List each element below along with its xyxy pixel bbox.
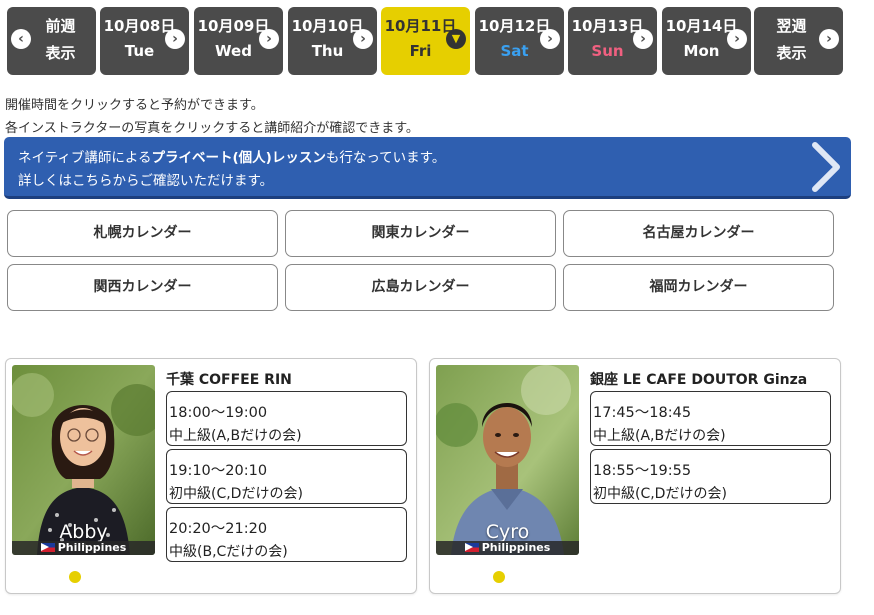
philippines-flag-icon (40, 543, 55, 552)
venue-name: 銀座 LE CAFE DOUTOR Ginza (590, 372, 808, 388)
chevron-down-icon: ▼ (446, 29, 466, 49)
day-tab-tue[interactable]: 10月08日 Tue › (100, 7, 189, 75)
venue-name: 千葉 COFFEE RIN (166, 372, 292, 388)
kanto-calendar-button[interactable]: 関東カレンダー (285, 210, 556, 257)
next-week-button[interactable]: 翌週 表示 › (754, 7, 843, 75)
chevron-right-icon: › (633, 29, 653, 49)
day-tab-thu[interactable]: 10月10日 Thu › (288, 7, 377, 75)
chevron-right-icon: › (727, 29, 747, 49)
instructor-name: Cyro (485, 521, 530, 543)
instructor-card-cyro: Cyro Philippines 銀座 LE CAFE DOUTOR Ginza… (429, 358, 841, 594)
instructor-photo[interactable]: Cyro Philippines (436, 365, 579, 555)
chevron-right-icon: › (353, 29, 373, 49)
time-slot[interactable]: 20:20〜21:20 中級(B,Cだけの会) (166, 507, 407, 562)
kansai-calendar-button[interactable]: 関西カレンダー (7, 264, 278, 311)
day-tab-wed[interactable]: 10月09日 Wed › (194, 7, 283, 75)
note-reservation: 開催時間をクリックすると予約ができます。 (5, 98, 264, 113)
private-lesson-banner[interactable]: ネイティブ講師によるプライベート(個人)レッスンも行なっています。 詳しくはこち… (4, 137, 851, 199)
instructor-photo[interactable]: Abby Philippines (12, 365, 155, 555)
day-navigation: ‹ 前週 表示 10月08日 Tue › 10月09日 Wed › 10月10日… (7, 7, 867, 75)
time-slot[interactable]: 17:45〜18:45 中上級(A,Bだけの会) (590, 391, 831, 446)
instructor-name: Abby (59, 521, 108, 543)
time-slot[interactable]: 19:10〜20:10 初中級(C,Dだけの会) (166, 449, 407, 504)
time-slot[interactable]: 18:55〜19:55 初中級(C,Dだけの会) (590, 449, 831, 504)
philippines-flag-icon (464, 543, 479, 552)
status-dot (493, 571, 505, 583)
chevron-right-icon: › (540, 29, 560, 49)
hiroshima-calendar-button[interactable]: 広島カレンダー (285, 264, 556, 311)
instructor-card-abby: Abby Philippines 千葉 COFFEE RIN 18:00〜19:… (5, 358, 417, 594)
chevron-right-icon: › (165, 29, 185, 49)
chevron-right-icon: › (259, 29, 279, 49)
instructor-country: Philippines (12, 541, 155, 555)
fukuoka-calendar-button[interactable]: 福岡カレンダー (563, 264, 834, 311)
day-tab-sun[interactable]: 10月13日 Sun › (568, 7, 657, 75)
nagoya-calendar-button[interactable]: 名古屋カレンダー (563, 210, 834, 257)
sapporo-calendar-button[interactable]: 札幌カレンダー (7, 210, 278, 257)
chevron-right-icon: › (819, 29, 839, 49)
instructor-country: Philippines (436, 541, 579, 555)
day-tab-sat[interactable]: 10月12日 Sat › (475, 7, 564, 75)
day-tab-mon[interactable]: 10月14日 Mon › (662, 7, 751, 75)
prev-week-button[interactable]: ‹ 前週 表示 (7, 7, 96, 75)
note-instructor-photo: 各インストラクターの写真をクリックすると講師紹介が確認できます。 (5, 121, 419, 136)
chevron-right-icon (812, 142, 840, 192)
time-slot[interactable]: 18:00〜19:00 中上級(A,Bだけの会) (166, 391, 407, 446)
status-dot (69, 571, 81, 583)
day-tab-fri[interactable]: 10月11日 Fri ▼ (381, 7, 470, 75)
